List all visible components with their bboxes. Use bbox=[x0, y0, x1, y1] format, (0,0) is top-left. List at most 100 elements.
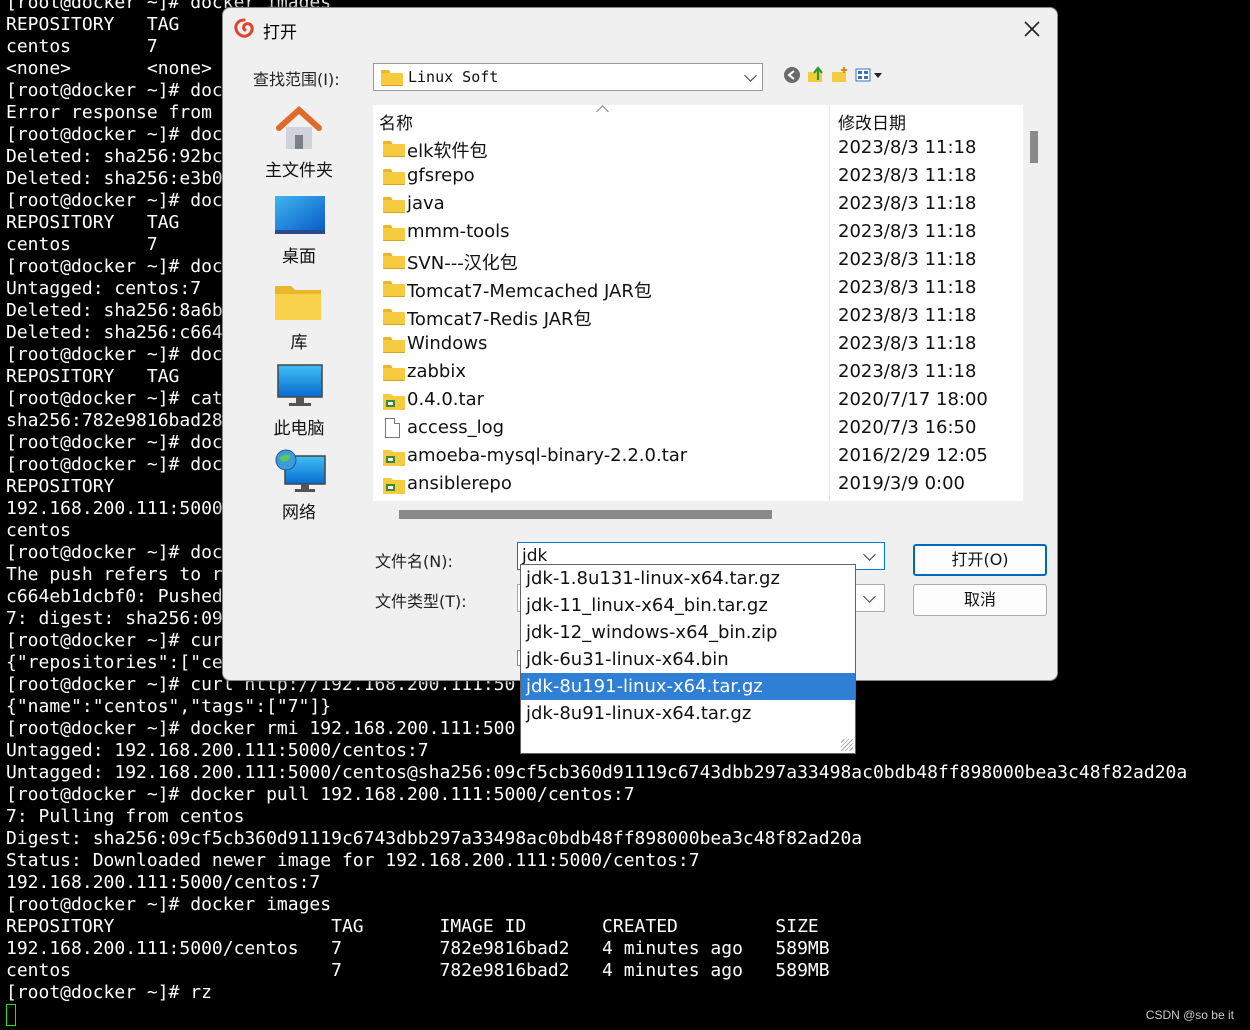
place-label: 此电脑 bbox=[273, 419, 325, 439]
file-name: gfsrepo bbox=[407, 165, 475, 186]
file-row[interactable]: ansiblerepo 2019/3/9 0:00 bbox=[373, 471, 1023, 499]
file-name: amoeba-mysql-binary-2.2.0.tar bbox=[407, 445, 688, 466]
open-button[interactable]: 打开(O) bbox=[913, 544, 1047, 576]
archive-icon bbox=[383, 394, 405, 410]
file-name: 0.4.0.tar bbox=[407, 389, 485, 410]
sort-up-icon bbox=[596, 105, 609, 118]
file-name: Windows bbox=[407, 333, 488, 354]
file-row[interactable]: mmm-tools 2023/8/3 11:18 bbox=[373, 219, 1023, 247]
file-row[interactable]: zabbix 2023/8/3 11:18 bbox=[373, 359, 1023, 387]
file-row[interactable]: SVN---汉化包 2023/8/3 11:18 bbox=[373, 247, 1023, 275]
file-date: 2020/7/3 16:50 bbox=[838, 417, 977, 438]
horizontal-scrollbar[interactable] bbox=[373, 501, 1043, 531]
look-in-dropdown[interactable]: Linux Soft bbox=[373, 63, 763, 91]
library-icon bbox=[275, 286, 321, 320]
close-button[interactable] bbox=[1007, 8, 1057, 50]
autocomplete-item[interactable]: jdk-11_linux-x64_bin.tar.gz bbox=[521, 592, 855, 619]
column-header-date[interactable]: 修改日期 bbox=[838, 109, 906, 134]
filename-value: jdk bbox=[522, 546, 548, 566]
back-icon[interactable] bbox=[783, 66, 801, 84]
chevron-down-icon[interactable] bbox=[863, 548, 876, 561]
file-date: 2019/3/9 0:00 bbox=[838, 473, 965, 494]
resize-grip-icon[interactable] bbox=[841, 739, 853, 751]
file-row[interactable]: access_log 2020/7/3 16:50 bbox=[373, 415, 1023, 443]
place-label: 网络 bbox=[282, 503, 316, 523]
autocomplete-item[interactable]: jdk-12_windows-x64_bin.zip bbox=[521, 619, 855, 646]
file-row[interactable]: Tomcat7-Redis JAR包 2023/8/3 11:18 bbox=[373, 303, 1023, 331]
terminal-line: REPOSITORY TAG IMAGE ID CREATED SIZE bbox=[6, 916, 819, 937]
terminal-line: [root@docker ~]# rz bbox=[6, 982, 212, 1003]
place-label: 库 bbox=[290, 333, 308, 353]
file-date: 2023/8/3 11:18 bbox=[838, 277, 977, 298]
folder-icon bbox=[383, 281, 405, 297]
folder-icon bbox=[383, 225, 405, 241]
file-date: 2023/8/3 11:18 bbox=[838, 249, 977, 270]
scrollbar-thumb[interactable] bbox=[1030, 131, 1038, 163]
file-row[interactable]: Tomcat7-Memcached JAR包 2023/8/3 11:18 bbox=[373, 275, 1023, 303]
file-date: 2023/8/3 11:18 bbox=[838, 193, 977, 214]
terminal-line: Status: Downloaded newer image for 192.1… bbox=[6, 850, 700, 871]
terminal-line: 192.168.200.111:5000/centos 7 782e9816ba… bbox=[6, 938, 830, 959]
place-home[interactable]: 主文件夹 bbox=[229, 106, 369, 186]
folder-icon bbox=[383, 169, 405, 185]
file-list[interactable]: 名称 修改日期 elk软件包 2023/8/3 11:18 gfsrepo 2023/… bbox=[373, 105, 1023, 501]
place-this-pc[interactable]: 此电脑 bbox=[229, 364, 369, 444]
place-label: 桌面 bbox=[282, 247, 316, 267]
up-folder-icon[interactable] bbox=[807, 66, 825, 84]
place-network[interactable]: 网络 bbox=[229, 448, 369, 528]
file-icon bbox=[385, 418, 400, 438]
chevron-down-icon bbox=[863, 590, 876, 603]
desktop-icon bbox=[275, 196, 325, 234]
folder-icon bbox=[383, 365, 405, 381]
place-library[interactable]: 库 bbox=[229, 278, 369, 358]
file-row[interactable]: Windows 2023/8/3 11:18 bbox=[373, 331, 1023, 359]
look-in-value: Linux Soft bbox=[408, 68, 499, 86]
autocomplete-item[interactable]: jdk-6u31-linux-x64.bin bbox=[521, 646, 855, 673]
place-desktop[interactable]: 桌面 bbox=[229, 192, 369, 272]
scrollbar-thumb[interactable] bbox=[399, 510, 772, 519]
close-icon bbox=[1024, 21, 1040, 37]
places-bar: 主文件夹 桌面 库 此电脑 网络 bbox=[229, 106, 369, 646]
new-folder-icon[interactable] bbox=[831, 66, 849, 84]
watermark: CSDN @so be it bbox=[1145, 1008, 1234, 1022]
file-row[interactable]: amoeba-mysql-binary-2.2.0.tar 2016/2/29 1… bbox=[373, 443, 1023, 471]
autocomplete-item[interactable]: jdk-8u191-linux-x64.tar.gz bbox=[521, 673, 855, 700]
terminal-line: [root@docker ~]# docker pull 192.168.200… bbox=[6, 784, 635, 805]
file-date: 2023/8/3 11:18 bbox=[838, 165, 977, 186]
view-menu-icon[interactable] bbox=[855, 66, 885, 84]
autocomplete-dropdown: jdk-1.8u131-linux-x64.tar.gz jdk-11_linux… bbox=[520, 564, 856, 754]
file-date: 2023/8/3 11:18 bbox=[838, 361, 977, 382]
folder-icon bbox=[381, 70, 403, 86]
folder-icon bbox=[383, 197, 405, 213]
file-row[interactable]: elk软件包 2023/8/3 11:18 bbox=[373, 135, 1023, 163]
filetype-label: 文件类型(T): bbox=[375, 592, 467, 611]
home-icon bbox=[276, 106, 322, 149]
file-name: mmm-tools bbox=[407, 221, 510, 242]
dialog-title: 打开 bbox=[263, 23, 297, 43]
file-name: access_log bbox=[407, 417, 505, 438]
terminal-line: Untagged: 192.168.200.111:5000/centos@sh… bbox=[6, 762, 1188, 783]
file-date: 2023/8/3 11:18 bbox=[838, 137, 977, 158]
terminal-line: Digest: sha256:09cf5cb360d91119c6743dbb2… bbox=[6, 828, 863, 849]
file-date: 2023/8/3 11:18 bbox=[838, 221, 977, 242]
file-name: ansiblerepo bbox=[407, 473, 512, 494]
autocomplete-item[interactable]: jdk-1.8u131-linux-x64.tar.gz bbox=[521, 565, 855, 592]
file-row[interactable]: java 2023/8/3 11:18 bbox=[373, 191, 1023, 219]
file-date: 2016/2/29 12:05 bbox=[838, 445, 988, 466]
network-icon bbox=[275, 449, 326, 492]
terminal-line: [root@docker ~]# docker images bbox=[6, 894, 332, 915]
column-header-name[interactable]: 名称 bbox=[379, 109, 413, 134]
vertical-scrollbar[interactable] bbox=[1023, 105, 1043, 501]
file-row[interactable]: 0.4.0.tar 2020/7/17 18:00 bbox=[373, 387, 1023, 415]
file-row[interactable]: gfsrepo 2023/8/3 11:18 bbox=[373, 163, 1023, 191]
computer-icon bbox=[277, 364, 323, 406]
cancel-button[interactable]: 取消 bbox=[913, 584, 1047, 616]
autocomplete-item[interactable]: jdk-8u91-linux-x64.tar.gz bbox=[521, 700, 855, 727]
title-bar[interactable]: 打开 bbox=[223, 8, 1057, 50]
app-icon bbox=[234, 18, 254, 38]
look-in-label: 查找范围(I): bbox=[253, 70, 340, 89]
terminal-line: 7: Pulling from centos bbox=[6, 806, 245, 827]
file-name: zabbix bbox=[407, 361, 466, 382]
file-date: 2020/7/17 18:00 bbox=[838, 389, 988, 410]
place-label: 主文件夹 bbox=[265, 161, 333, 181]
